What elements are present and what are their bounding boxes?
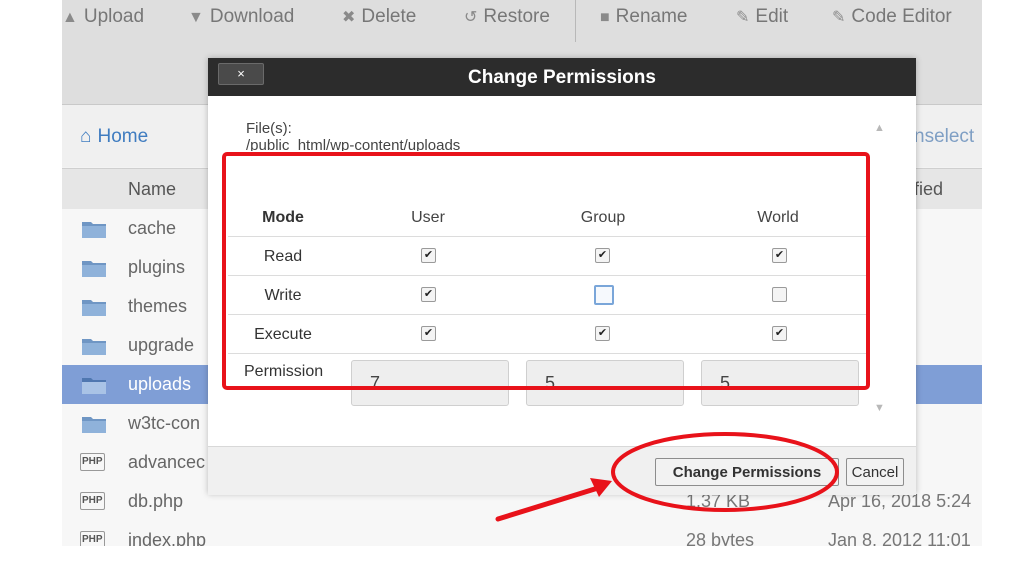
change-permissions-button[interactable]: Change Permissions [655,458,839,486]
home-link[interactable]: ⌂ Home [80,126,148,148]
world-permission-input[interactable] [701,360,859,406]
user-permission-input[interactable] [351,360,509,406]
restore-button[interactable]: ↺ Restore [464,6,550,28]
download-label: Download [209,6,295,27]
code-editor-button[interactable]: ✎ Code Editor [832,6,952,28]
read-label: Read [263,248,303,265]
folder-icon [82,378,106,394]
write-world-checkbox[interactable] [772,287,787,302]
files-label: File(s): [246,120,292,137]
edit-label: Edit [755,6,789,27]
mode-header: Mode [262,209,304,226]
code-editor-label: Code Editor [851,6,952,27]
file-name: cache [128,218,177,238]
home-label: Home [97,126,149,147]
column-header-world: World [757,209,799,226]
folder-icon [82,417,106,433]
execute-group-checkbox[interactable]: ✔ [595,326,610,341]
upload-icon: ▲ [62,9,78,26]
download-button[interactable]: ▼ Download [188,6,294,28]
folder-icon [82,339,106,355]
read-world-checkbox[interactable]: ✔ [772,248,787,263]
file-name: db.php [128,491,184,511]
php-file-icon: PHP [80,492,105,510]
permission-row-read: Read ✔ ✔ ✔ [228,237,868,276]
file-name: advancec [128,452,206,472]
scroll-down-arrow-icon[interactable]: ▼ [874,402,885,414]
read-user-checkbox[interactable]: ✔ [421,248,436,263]
read-group-checkbox[interactable]: ✔ [595,248,610,263]
table-row[interactable]: PHP index.php 28 bytes Jan 8, 2012 11:01 [62,521,982,546]
edit-button[interactable]: ✎ Edit [736,6,788,28]
permissions-header-row: Mode User Group World [228,198,868,237]
execute-user-checkbox[interactable]: ✔ [421,326,436,341]
folder-icon [82,300,106,316]
execute-label: Execute [254,326,312,343]
rename-icon: ■ [600,9,610,26]
column-header-modified[interactable]: fied [914,179,943,200]
code-editor-icon: ✎ [832,9,846,26]
column-header-name[interactable]: Name [128,179,176,200]
dialog-body: File(s): /public_html/wp-content/uploads… [208,96,916,446]
scroll-up-arrow-icon[interactable]: ▲ [874,122,885,134]
write-label: Write [264,287,302,304]
download-icon: ▼ [188,9,204,26]
column-header-group: Group [580,209,626,226]
folder-icon [82,261,106,277]
group-permission-input[interactable] [526,360,684,406]
rename-button[interactable]: ■ Rename [600,6,688,28]
restore-icon: ↺ [464,9,478,26]
edit-icon: ✎ [736,9,750,26]
execute-world-checkbox[interactable]: ✔ [772,326,787,341]
write-group-checkbox[interactable] [594,285,614,305]
folder-icon [82,222,106,238]
upload-button[interactable]: ▲ Upload [62,6,144,28]
file-name: plugins [128,257,186,277]
file-name: uploads [128,374,192,394]
file-size: 28 bytes [686,530,755,546]
unselect-all-link[interactable]: nselect [914,126,974,148]
dialog-title: Change Permissions [468,67,656,88]
write-user-checkbox[interactable]: ✔ [421,287,436,302]
upload-label: Upload [83,6,145,27]
permission-row-write: Write ✔ [228,276,868,315]
column-header-user: User [411,209,445,226]
delete-icon: ✖ [342,9,356,26]
file-name: w3tc-con [128,413,201,433]
permission-values-row: Permission [228,354,868,414]
change-permissions-dialog: × Change Permissions File(s): /public_ht… [208,58,916,495]
cancel-button[interactable]: Cancel [846,458,904,486]
rename-label: Rename [615,6,688,27]
files-path: /public_html/wp-content/uploads [246,137,461,151]
file-name: themes [128,296,188,316]
permission-row-execute: Execute ✔ ✔ ✔ [228,315,868,354]
file-name: upgrade [128,335,195,355]
delete-button[interactable]: ✖ Delete [342,6,416,28]
permission-label: Permission [244,363,324,380]
php-file-icon: PHP [80,453,105,471]
file-name: index.php [128,530,207,546]
dialog-footer: Change Permissions Cancel [208,446,916,495]
php-file-icon: PHP [80,531,105,546]
dialog-header: × Change Permissions [208,58,916,96]
delete-label: Delete [361,6,417,27]
home-icon: ⌂ [80,126,92,147]
file-modified: Jan 8, 2012 11:01 [828,530,971,546]
restore-label: Restore [483,6,550,27]
toolbar-separator [575,0,576,42]
